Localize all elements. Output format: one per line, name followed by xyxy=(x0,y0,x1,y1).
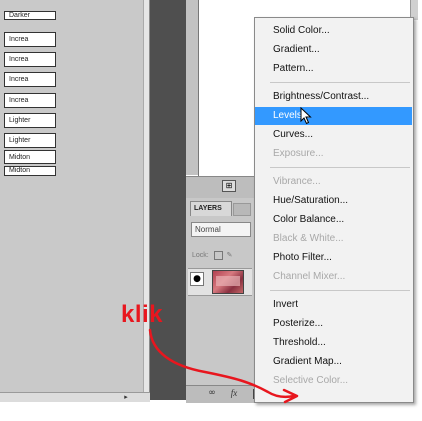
click-annotation-arrow xyxy=(148,328,299,404)
